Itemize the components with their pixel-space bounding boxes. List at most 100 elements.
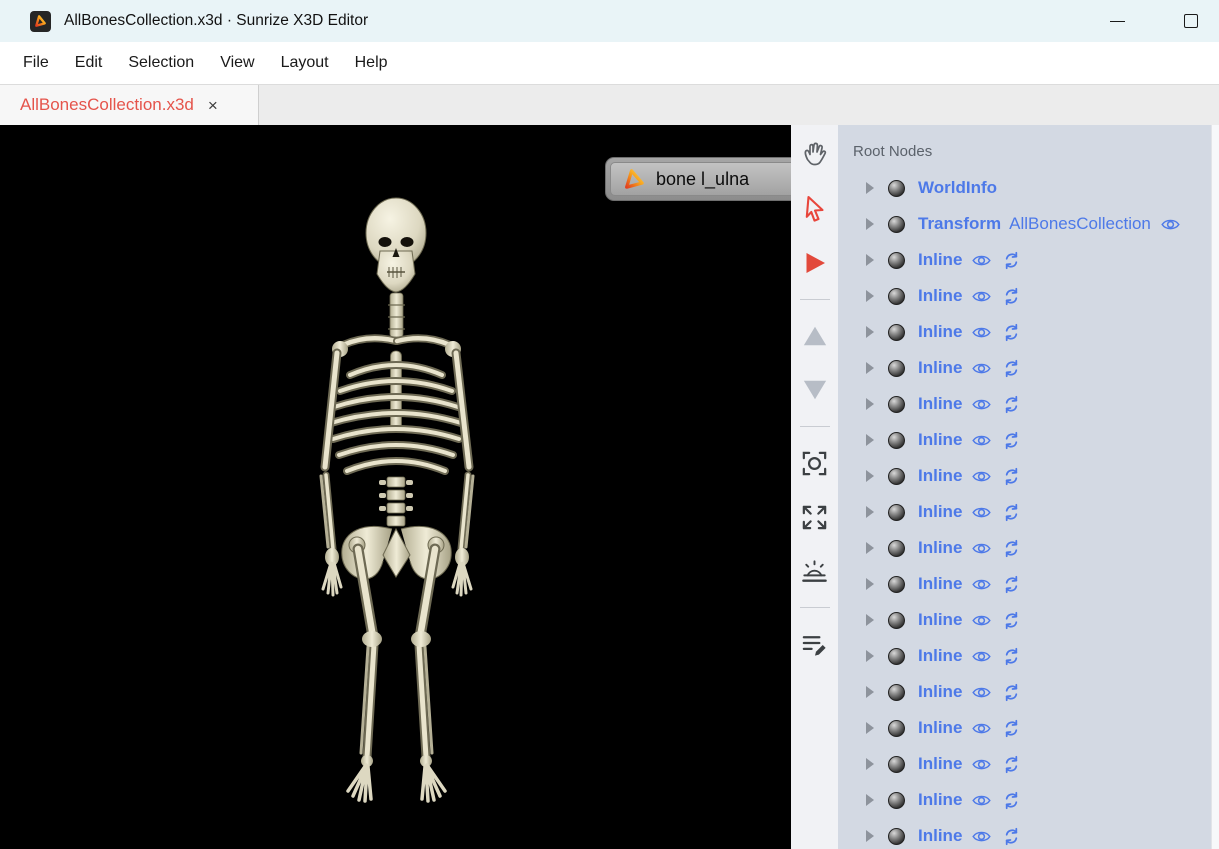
outline-node-inline[interactable]: Inline bbox=[838, 638, 1211, 674]
tab-close-icon[interactable]: × bbox=[208, 97, 218, 114]
eye-icon[interactable] bbox=[971, 466, 992, 487]
eye-icon[interactable] bbox=[971, 358, 992, 379]
refresh-icon[interactable] bbox=[1001, 682, 1022, 703]
expand-triangle-icon[interactable] bbox=[866, 794, 874, 806]
outline-node-inline[interactable]: Inline bbox=[838, 314, 1211, 350]
expand-triangle-icon[interactable] bbox=[866, 506, 874, 518]
sunrise-light-button[interactable] bbox=[797, 553, 833, 589]
node-type-label[interactable]: Inline bbox=[918, 790, 962, 810]
expand-triangle-icon[interactable] bbox=[866, 722, 874, 734]
node-type-label[interactable]: Inline bbox=[918, 646, 962, 666]
outline-node-inline[interactable]: Inline bbox=[838, 242, 1211, 278]
node-type-label[interactable]: Inline bbox=[918, 466, 962, 486]
menu-edit[interactable]: Edit bbox=[62, 48, 116, 78]
menu-help[interactable]: Help bbox=[342, 48, 401, 78]
node-type-label[interactable]: Inline bbox=[918, 286, 962, 306]
node-type-label[interactable]: Inline bbox=[918, 826, 962, 846]
refresh-icon[interactable] bbox=[1001, 646, 1022, 667]
eye-icon[interactable] bbox=[971, 826, 992, 847]
node-type-label[interactable]: Inline bbox=[918, 502, 962, 522]
expand-triangle-icon[interactable] bbox=[866, 542, 874, 554]
refresh-icon[interactable] bbox=[1001, 502, 1022, 523]
outline-node-inline[interactable]: Inline bbox=[838, 566, 1211, 602]
menu-layout[interactable]: Layout bbox=[268, 48, 342, 78]
node-type-label[interactable]: Inline bbox=[918, 754, 962, 774]
node-type-label[interactable]: Inline bbox=[918, 610, 962, 630]
refresh-icon[interactable] bbox=[1001, 610, 1022, 631]
eye-icon[interactable] bbox=[971, 718, 992, 739]
outline-node-inline[interactable]: Inline bbox=[838, 746, 1211, 782]
eye-icon[interactable] bbox=[971, 610, 992, 631]
outline-node-inline[interactable]: Inline bbox=[838, 458, 1211, 494]
node-type-label[interactable]: Transform bbox=[918, 214, 1001, 234]
refresh-icon[interactable] bbox=[1001, 394, 1022, 415]
eye-icon[interactable] bbox=[971, 574, 992, 595]
eye-icon[interactable] bbox=[971, 394, 992, 415]
outline-node-inline[interactable]: Inline bbox=[838, 386, 1211, 422]
eye-icon[interactable] bbox=[971, 790, 992, 811]
look-at-selection-button[interactable] bbox=[797, 445, 833, 481]
eye-icon[interactable] bbox=[971, 646, 992, 667]
eye-icon[interactable] bbox=[971, 682, 992, 703]
expand-triangle-icon[interactable] bbox=[866, 578, 874, 590]
maximize-button[interactable] bbox=[1177, 7, 1205, 35]
eye-icon[interactable] bbox=[971, 322, 992, 343]
eye-icon[interactable] bbox=[971, 754, 992, 775]
expand-triangle-icon[interactable] bbox=[866, 398, 874, 410]
refresh-icon[interactable] bbox=[1001, 322, 1022, 343]
move-up-button[interactable] bbox=[797, 318, 833, 354]
outline-node-inline[interactable]: Inline bbox=[838, 602, 1211, 638]
refresh-icon[interactable] bbox=[1001, 826, 1022, 847]
expand-triangle-icon[interactable] bbox=[866, 434, 874, 446]
tab-allbonescollection[interactable]: AllBonesCollection.x3d × bbox=[0, 85, 259, 125]
expand-triangle-icon[interactable] bbox=[866, 254, 874, 266]
node-type-label[interactable]: Inline bbox=[918, 538, 962, 558]
fit-view-button[interactable] bbox=[797, 499, 833, 535]
expand-triangle-icon[interactable] bbox=[866, 218, 874, 230]
node-type-label[interactable]: Inline bbox=[918, 718, 962, 738]
outline-node-inline[interactable]: Inline bbox=[838, 278, 1211, 314]
skeleton-model[interactable] bbox=[0, 125, 791, 846]
menu-selection[interactable]: Selection bbox=[115, 48, 207, 78]
refresh-icon[interactable] bbox=[1001, 358, 1022, 379]
play-button[interactable] bbox=[797, 245, 833, 281]
menu-view[interactable]: View bbox=[207, 48, 267, 78]
menu-file[interactable]: File bbox=[10, 48, 62, 78]
refresh-icon[interactable] bbox=[1001, 430, 1022, 451]
arrow-select-button[interactable] bbox=[797, 191, 833, 227]
eye-icon[interactable] bbox=[971, 286, 992, 307]
move-down-button[interactable] bbox=[797, 372, 833, 408]
refresh-icon[interactable] bbox=[1001, 250, 1022, 271]
refresh-icon[interactable] bbox=[1001, 286, 1022, 307]
refresh-icon[interactable] bbox=[1001, 790, 1022, 811]
outline-node-worldinfo[interactable]: WorldInfo bbox=[838, 170, 1211, 206]
refresh-icon[interactable] bbox=[1001, 466, 1022, 487]
outline-node-inline[interactable]: Inline bbox=[838, 818, 1211, 849]
node-name-label[interactable]: AllBonesCollection bbox=[1009, 214, 1151, 234]
edit-source-button[interactable] bbox=[797, 626, 833, 662]
node-type-label[interactable]: Inline bbox=[918, 574, 962, 594]
node-type-label[interactable]: Inline bbox=[918, 250, 962, 270]
outline-node-inline[interactable]: Inline bbox=[838, 710, 1211, 746]
panel-scrollbar[interactable] bbox=[1211, 125, 1219, 849]
refresh-icon[interactable] bbox=[1001, 538, 1022, 559]
expand-triangle-icon[interactable] bbox=[866, 362, 874, 374]
expand-triangle-icon[interactable] bbox=[866, 470, 874, 482]
expand-triangle-icon[interactable] bbox=[866, 326, 874, 338]
expand-triangle-icon[interactable] bbox=[866, 686, 874, 698]
minimize-button[interactable] bbox=[1103, 7, 1131, 35]
refresh-icon[interactable] bbox=[1001, 754, 1022, 775]
node-type-label[interactable]: WorldInfo bbox=[918, 178, 997, 198]
node-type-label[interactable]: Inline bbox=[918, 322, 962, 342]
eye-icon[interactable] bbox=[1160, 214, 1181, 235]
expand-triangle-icon[interactable] bbox=[866, 290, 874, 302]
outline-node-transform[interactable]: Transform AllBonesCollection bbox=[838, 206, 1211, 242]
outline-node-inline[interactable]: Inline bbox=[838, 530, 1211, 566]
outline-node-inline[interactable]: Inline bbox=[838, 674, 1211, 710]
eye-icon[interactable] bbox=[971, 250, 992, 271]
outline-node-inline[interactable]: Inline bbox=[838, 350, 1211, 386]
eye-icon[interactable] bbox=[971, 538, 992, 559]
expand-triangle-icon[interactable] bbox=[866, 830, 874, 842]
expand-triangle-icon[interactable] bbox=[866, 758, 874, 770]
node-type-label[interactable]: Inline bbox=[918, 394, 962, 414]
